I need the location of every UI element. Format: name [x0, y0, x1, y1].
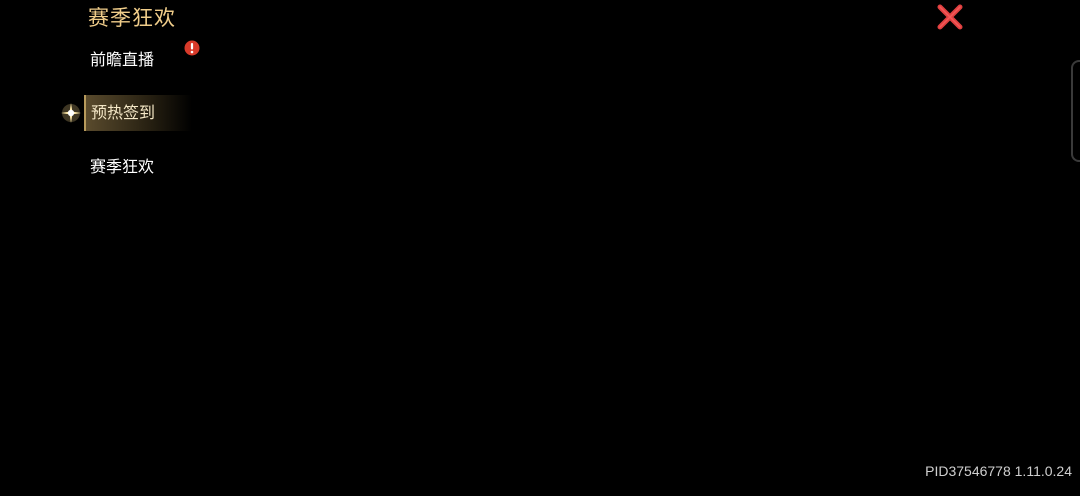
menu-item-season-carnival[interactable]: 赛季狂欢: [84, 149, 192, 185]
menu-item-label: 赛季狂欢: [90, 157, 155, 176]
side-panel-handle[interactable]: [1071, 60, 1080, 162]
sparkle-icon: [60, 102, 82, 124]
alert-icon: [184, 40, 200, 56]
menu-item-label: 前瞻直播: [90, 50, 155, 69]
close-icon: [937, 4, 963, 30]
panel-title: 赛季狂欢: [88, 6, 176, 30]
menu-item-preview-live[interactable]: 前瞻直播: [84, 42, 192, 78]
build-info: PID37546778 1.11.0.24: [925, 463, 1072, 479]
close-button[interactable]: [934, 1, 966, 33]
menu-item-label: 预热签到: [91, 103, 156, 122]
menu-item-warmup-signin[interactable]: 预热签到: [84, 95, 192, 131]
